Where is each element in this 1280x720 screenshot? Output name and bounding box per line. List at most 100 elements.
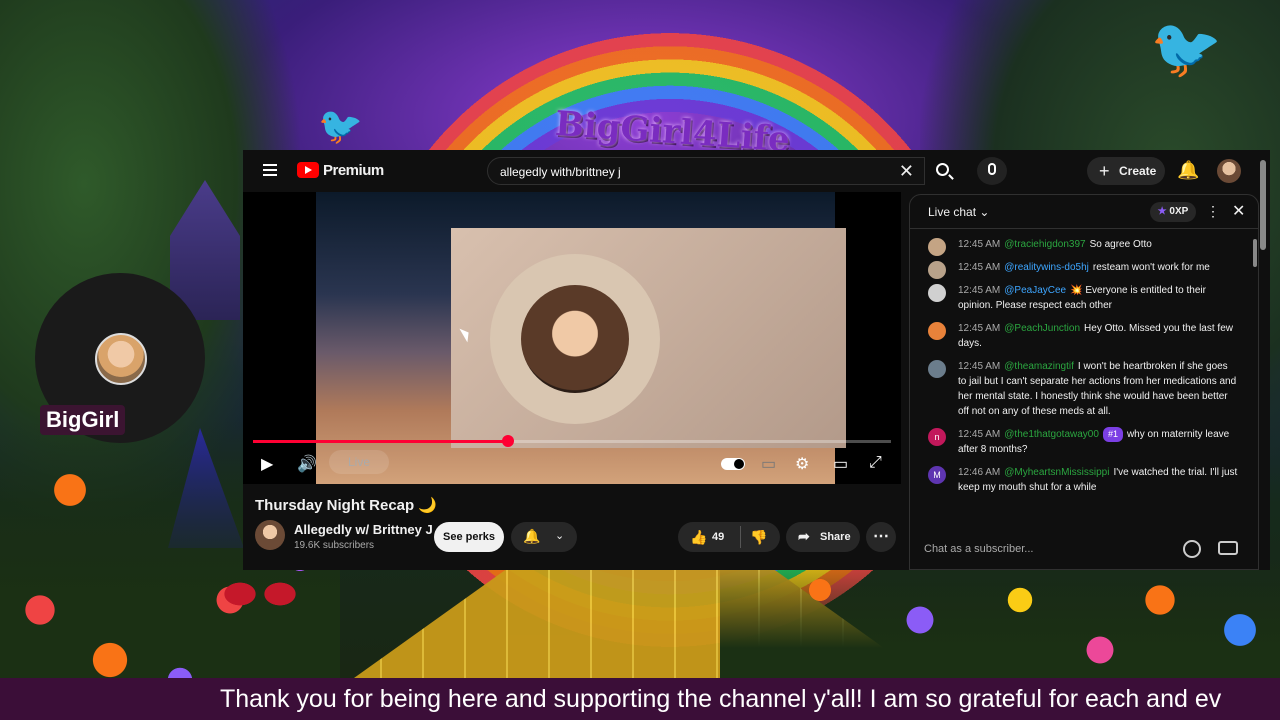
chat-avatar[interactable] (928, 284, 946, 302)
chat-author[interactable]: @PeachJunction (1004, 323, 1080, 334)
chat-avatar[interactable] (928, 360, 946, 378)
clear-search-icon[interactable]: ✕ (899, 161, 914, 182)
create-label: Create (1119, 164, 1157, 178)
thumbs-up-icon[interactable]: 👍 (690, 529, 707, 546)
chat-scrollbar[interactable] (1253, 239, 1257, 519)
like-count[interactable]: 49 (712, 531, 724, 543)
youtube-logo-text[interactable]: Premium (323, 162, 384, 179)
chat-avatar[interactable]: M (928, 466, 946, 484)
channel-avatar[interactable] (255, 520, 285, 550)
chat-message[interactable]: 12:45 AM @theamazingtif I won't be heartbr… (910, 355, 1254, 423)
chat-timestamp: 12:45 AM (958, 262, 1001, 273)
search-button[interactable] (929, 157, 959, 185)
xp-label: 0XP (1169, 206, 1189, 217)
search-query[interactable]: allegedly with/brittney j (500, 165, 621, 179)
search-input[interactable]: allegedly with/brittney j ✕ (487, 157, 925, 185)
chat-message[interactable]: M 12:46 AM @MyheartsnMississippi I've watch… (910, 461, 1254, 499)
chat-message[interactable]: 12:45 AM @PeaJayCee 💥 Everyone is entitled… (910, 279, 1254, 317)
video-player[interactable]: ▶ 🔊 Live ▭ ⚙ ▭ ⤢ (243, 192, 901, 484)
chat-message-list: 12:45 AM @traciehigdon397 So agree Otto 12:… (910, 233, 1254, 523)
seek-bar[interactable] (253, 435, 891, 447)
volume-icon[interactable]: 🔊 (297, 454, 317, 474)
hamburger-menu-icon[interactable] (263, 164, 277, 176)
notifications-bell-icon[interactable]: 🔔 (1177, 160, 1199, 181)
like-dislike-group: 👍 49 👎 (678, 522, 780, 552)
account-avatar[interactable] (1217, 159, 1241, 183)
chat-message[interactable]: 12:45 AM @PeachJunction Hey Otto. Missed y… (910, 317, 1254, 355)
ticker-bar: Thank you for being here and supporting … (0, 678, 1280, 720)
chat-avatar[interactable] (928, 322, 946, 340)
chat-avatar[interactable] (928, 261, 946, 279)
share-label: Share (820, 531, 851, 543)
share-button[interactable]: ➦ Share (786, 522, 860, 552)
bluebird-icon: 🐦 (1150, 16, 1223, 81)
ticker-text: Thank you for being here and supporting … (220, 685, 1222, 713)
chevron-down-icon: ⌄ (555, 530, 565, 542)
chevron-down-icon: ⌄ (979, 205, 990, 219)
chat-timestamp: 12:45 AM (958, 239, 1001, 250)
chat-scroll-thumb[interactable] (1253, 239, 1257, 267)
chat-input[interactable]: Chat as a subscriber... (924, 537, 1210, 561)
divider (740, 526, 741, 548)
create-button[interactable]: + Create (1087, 157, 1165, 185)
chat-more-icon[interactable]: ⋮ (1206, 203, 1220, 220)
top-bar: Premium allegedly with/brittney j ✕ + Cr… (243, 150, 1270, 192)
chat-title: Live chat (928, 205, 977, 219)
voice-search-button[interactable] (977, 157, 1007, 185)
subscriber-count: 19.6K subscribers (294, 540, 375, 551)
chat-author[interactable]: @the1thatgotaway00 (1004, 429, 1099, 440)
chat-author[interactable]: @MyheartsnMississippi (1004, 467, 1109, 478)
youtube-logo-icon[interactable] (297, 162, 319, 178)
fullscreen-icon[interactable]: ⤢ (869, 454, 882, 472)
live-chat-panel: Live chat ⌄ ★ 0XP ⋮ ✕ 12:45 AM @traciehig… (909, 194, 1259, 570)
super-chat-icon[interactable] (1218, 541, 1238, 555)
streamer-avatar (95, 333, 147, 385)
search-icon (936, 163, 949, 176)
live-indicator[interactable]: Live (329, 450, 389, 474)
chat-message[interactable]: n 12:45 AM @the1thatgotaway00 #1 why on mate… (910, 423, 1254, 461)
emoji-icon[interactable] (1183, 540, 1201, 558)
autoplay-toggle[interactable] (721, 458, 745, 470)
close-icon[interactable]: ✕ (1232, 201, 1245, 221)
chat-message[interactable]: 12:45 AM @realitywins-do5hj resteam won't … (910, 256, 1254, 279)
chat-author[interactable]: @theamazingtif (1004, 361, 1074, 372)
chat-mode-dropdown[interactable]: Live chat ⌄ (928, 205, 989, 219)
youtube-window: Premium allegedly with/brittney j ✕ + Cr… (243, 150, 1270, 570)
thumbs-down-icon[interactable]: 👎 (750, 529, 767, 546)
chat-timestamp: 12:45 AM (958, 429, 1001, 440)
microphone-icon (988, 163, 996, 175)
settings-gear-icon[interactable]: ⚙ (795, 454, 809, 474)
play-icon[interactable]: ▶ (261, 454, 273, 474)
share-icon: ➦ (798, 528, 810, 544)
more-actions-button[interactable]: ⋯ (866, 522, 896, 552)
chat-text: So agree Otto (1089, 239, 1152, 250)
chat-avatar[interactable] (928, 238, 946, 256)
video-title: Thursday Night Recap 🌙 (255, 497, 438, 514)
page-scrollbar[interactable] (1260, 160, 1266, 560)
plus-icon: + (1099, 161, 1110, 181)
subscription-bell-button[interactable]: 🔔 ⌄ (511, 522, 577, 552)
chat-timestamp: 12:46 AM (958, 467, 1001, 478)
chat-author[interactable]: @PeaJayCee (1004, 285, 1066, 296)
chat-timestamp: 12:45 AM (958, 361, 1001, 372)
chat-rank-badge: #1 (1102, 427, 1123, 442)
chat-avatar[interactable]: n (928, 428, 946, 446)
bell-icon: 🔔 (523, 528, 541, 544)
bluebird-icon: 🐦 (318, 105, 363, 146)
streamer-name-tag: BigGirl (40, 405, 126, 435)
chat-header: Live chat ⌄ ★ 0XP ⋮ ✕ (910, 195, 1258, 229)
theater-mode-icon[interactable]: ▭ (833, 454, 848, 474)
star-icon: ★ (1157, 206, 1167, 217)
channel-name[interactable]: Allegedly w/ Brittney J (294, 522, 433, 537)
page-scroll-thumb[interactable] (1260, 160, 1266, 250)
captions-icon[interactable]: ▭ (761, 454, 776, 474)
chat-timestamp: 12:45 AM (958, 285, 1001, 296)
xp-badge[interactable]: ★ 0XP (1150, 202, 1196, 222)
chat-author[interactable]: @traciehigdon397 (1004, 239, 1085, 250)
ruby-slippers-art (212, 570, 308, 610)
seek-bar-progress (253, 440, 509, 443)
see-perks-button[interactable]: See perks (434, 522, 504, 552)
chat-timestamp: 12:45 AM (958, 323, 1001, 334)
chat-author[interactable]: @realitywins-do5hj (1004, 262, 1089, 273)
chat-message[interactable]: 12:45 AM @traciehigdon397 So agree Otto (910, 233, 1254, 256)
